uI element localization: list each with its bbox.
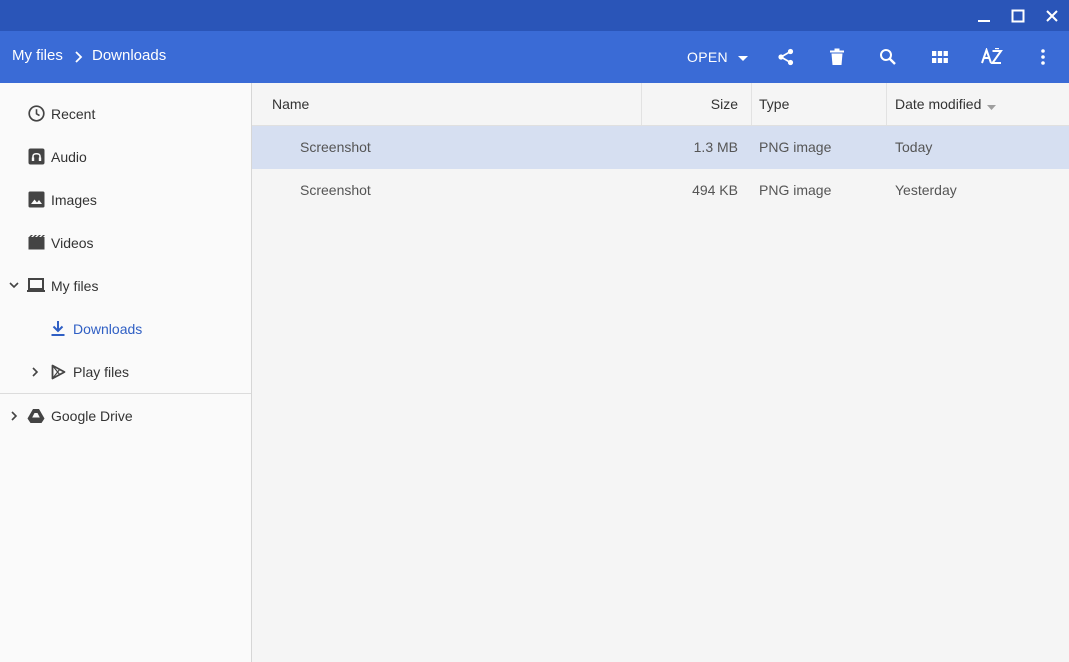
sidebar-item-audio[interactable]: Audio xyxy=(0,135,251,178)
file-name: Screenshot xyxy=(300,182,371,198)
sidebar-item-label: Play files xyxy=(73,363,130,380)
chevron-right-icon xyxy=(72,50,84,64)
video-icon xyxy=(26,233,46,253)
column-header-type[interactable]: Type xyxy=(759,83,789,125)
file-date-modified: Today xyxy=(895,139,933,155)
delete-icon[interactable] xyxy=(821,41,853,73)
file-size: 494 KB xyxy=(692,182,738,198)
column-divider[interactable] xyxy=(751,83,752,125)
file-name: Screenshot xyxy=(300,139,371,155)
sidebar-item-downloads[interactable]: Downloads xyxy=(0,307,251,350)
file-size: 1.3 MB xyxy=(693,139,738,155)
breadcrumb-my-files[interactable]: My files xyxy=(12,31,63,83)
column-divider[interactable] xyxy=(641,83,642,125)
chevron-right-icon[interactable] xyxy=(28,365,42,379)
column-header-date-modified[interactable]: Date modified xyxy=(895,83,997,126)
sidebar-item-label: Audio xyxy=(51,148,87,165)
column-header-name[interactable]: Name xyxy=(272,83,309,125)
open-button[interactable]: OPEN xyxy=(679,41,756,73)
chevron-down-icon[interactable] xyxy=(7,279,21,293)
toolbar: My files Downloads OPEN xyxy=(0,31,1069,83)
minimize-icon[interactable] xyxy=(967,0,1001,31)
column-header-label: Date modified xyxy=(895,96,982,112)
maximize-icon[interactable] xyxy=(1001,0,1035,31)
share-icon[interactable] xyxy=(770,41,802,73)
sidebar-item-recent[interactable]: Recent xyxy=(0,92,251,135)
search-icon[interactable] xyxy=(872,41,904,73)
sidebar-item-label: Downloads xyxy=(73,320,143,337)
sidebar-item-label: Google Drive xyxy=(51,407,133,424)
audio-icon xyxy=(26,147,46,167)
dropdown-arrow-icon xyxy=(737,49,748,65)
table-row[interactable]: Screenshot 494 KB PNG image Yesterday xyxy=(252,169,1069,212)
table-row[interactable]: Screenshot 1.3 MB PNG image Today xyxy=(252,126,1069,169)
sidebar-item-label: My files xyxy=(51,277,99,294)
window-titlebar xyxy=(0,0,1069,31)
sort-az-icon[interactable] xyxy=(976,41,1008,73)
sidebar-item-label: Videos xyxy=(51,234,94,251)
column-header-size[interactable]: Size xyxy=(711,83,738,125)
chevron-right-icon[interactable] xyxy=(7,409,21,423)
laptop-icon xyxy=(26,276,46,296)
sidebar-item-label: Recent xyxy=(51,105,96,122)
column-divider[interactable] xyxy=(886,83,887,125)
clock-icon xyxy=(26,104,46,124)
grid-view-icon[interactable] xyxy=(924,41,956,73)
open-button-label: OPEN xyxy=(687,49,728,65)
file-date-modified: Yesterday xyxy=(895,182,957,198)
sidebar: Recent Audio Images Videos My files Down… xyxy=(0,83,252,662)
drive-icon xyxy=(26,406,46,426)
more-vert-icon[interactable] xyxy=(1027,41,1059,73)
sidebar-item-play-files[interactable]: Play files xyxy=(0,350,251,393)
image-icon xyxy=(26,190,46,210)
download-icon xyxy=(48,319,68,339)
sidebar-item-videos[interactable]: Videos xyxy=(0,221,251,264)
close-icon[interactable] xyxy=(1035,0,1069,31)
file-type: PNG image xyxy=(759,182,832,198)
sidebar-item-images[interactable]: Images xyxy=(0,178,251,221)
file-type: PNG image xyxy=(759,139,832,155)
file-list: Name Size Type Date modified Screenshot … xyxy=(252,83,1069,662)
sidebar-item-label: Images xyxy=(51,191,97,208)
sort-descending-icon xyxy=(987,84,997,126)
breadcrumb-downloads[interactable]: Downloads xyxy=(92,31,166,83)
file-list-header: Name Size Type Date modified xyxy=(252,83,1069,126)
play-store-icon xyxy=(48,362,68,382)
sidebar-item-my-files[interactable]: My files xyxy=(0,264,251,307)
sidebar-item-google-drive[interactable]: Google Drive xyxy=(0,394,251,437)
